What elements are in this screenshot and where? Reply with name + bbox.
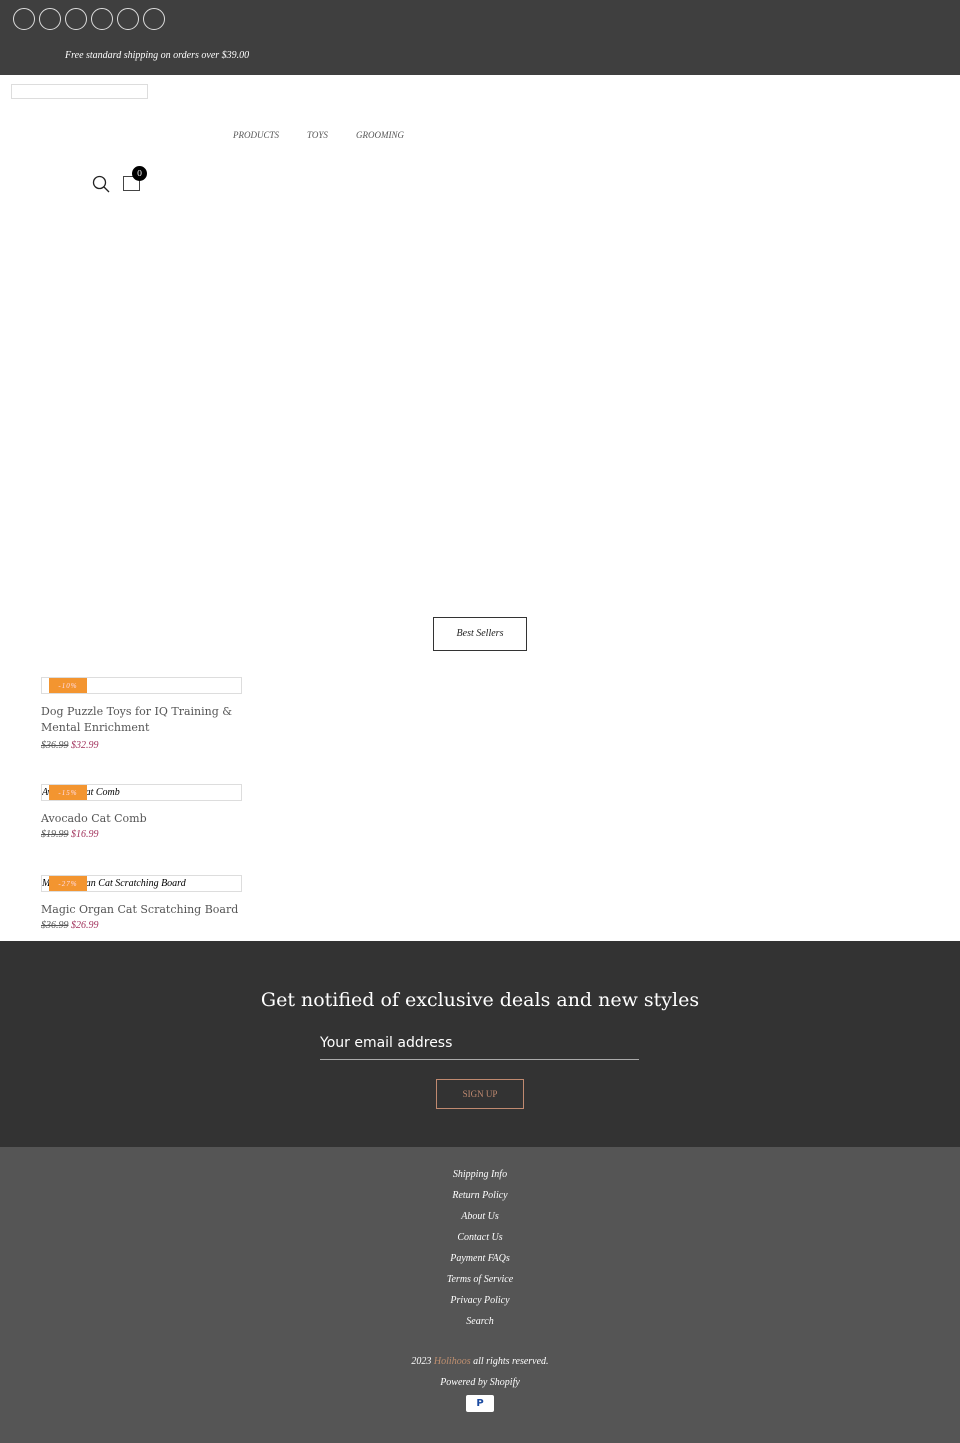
social-icon[interactable]	[117, 8, 139, 30]
copyright: 2023 Holihoos all rights reserved.	[0, 1356, 960, 1367]
best-sellers-button[interactable]: Best Sellers	[433, 617, 527, 651]
newsletter-heading: Get notified of exclusive deals and new …	[260, 989, 700, 1011]
sale-price: $16.99	[71, 829, 99, 840]
social-icon[interactable]	[65, 8, 87, 30]
product-title[interactable]: Magic Organ Cat Scratching Board	[41, 902, 242, 918]
product-title[interactable]: Dog Puzzle Toys for IQ Training & Mental…	[41, 704, 242, 736]
cart-count-badge: 0	[132, 166, 147, 181]
nav-products[interactable]: PRODUCTS	[233, 130, 279, 140]
product-card[interactable]: -10% Dog Puzzle Toys for IQ Training & M…	[41, 677, 242, 751]
footer-link-payment-faqs[interactable]: Payment FAQs	[0, 1251, 960, 1272]
social-icon[interactable]	[13, 8, 35, 30]
sale-price: $32.99	[71, 740, 99, 751]
product-card[interactable]: Avocado Cat Comb-15% Avocado Cat Comb $1…	[41, 784, 242, 840]
original-price: $36.99	[41, 920, 69, 931]
rights-text: all rights reserved.	[473, 1356, 549, 1367]
discount-badge: -27%	[49, 876, 87, 891]
product-card[interactable]: Magic Organ Cat Scratching Board -27% Mag…	[41, 875, 242, 931]
sign-up-button[interactable]: SIGN UP	[436, 1079, 524, 1109]
nav-grooming[interactable]: GROOMING	[356, 130, 404, 140]
email-input[interactable]	[320, 1027, 639, 1060]
product-title[interactable]: Avocado Cat Comb	[41, 811, 242, 827]
original-price: $19.99	[41, 829, 69, 840]
footer-link-shipping-info[interactable]: Shipping Info	[0, 1167, 960, 1188]
brand-link[interactable]: Holihoos	[434, 1356, 471, 1367]
product-image[interactable]: -10%	[41, 677, 242, 694]
footer-link-search[interactable]: Search	[0, 1314, 960, 1335]
newsletter-section: Get notified of exclusive deals and new …	[0, 941, 960, 1147]
footer: Shipping Info Return Policy About Us Con…	[0, 1147, 960, 1443]
footer-link-about-us[interactable]: About Us	[0, 1209, 960, 1230]
product-image[interactable]: Avocado Cat Comb-15%	[41, 784, 242, 801]
social-links	[13, 8, 165, 30]
original-price: $36.99	[41, 740, 69, 751]
social-icon[interactable]	[91, 8, 113, 30]
shipping-banner: Free standard shipping on orders over $3…	[65, 50, 250, 61]
top-bar: Free standard shipping on orders over $3…	[0, 0, 960, 75]
nav-toys[interactable]: TOYS	[307, 130, 328, 140]
powered-by[interactable]: Powered by Shopify	[0, 1377, 960, 1388]
footer-link-contact-us[interactable]: Contact Us	[0, 1230, 960, 1251]
footer-link-return-policy[interactable]: Return Policy	[0, 1188, 960, 1209]
social-icon[interactable]	[39, 8, 61, 30]
search-icon[interactable]	[92, 175, 110, 193]
discount-badge: -15%	[49, 785, 87, 800]
social-icon[interactable]	[143, 8, 165, 30]
discount-badge: -10%	[49, 678, 87, 693]
footer-link-terms[interactable]: Terms of Service	[0, 1272, 960, 1293]
paypal-icon: P	[466, 1395, 494, 1412]
logo[interactable]	[11, 84, 148, 99]
footer-link-privacy[interactable]: Privacy Policy	[0, 1293, 960, 1314]
product-image[interactable]: Magic Organ Cat Scratching Board -27%	[41, 875, 242, 892]
copyright-year: 2023	[411, 1356, 432, 1367]
sale-price: $26.99	[71, 920, 99, 931]
